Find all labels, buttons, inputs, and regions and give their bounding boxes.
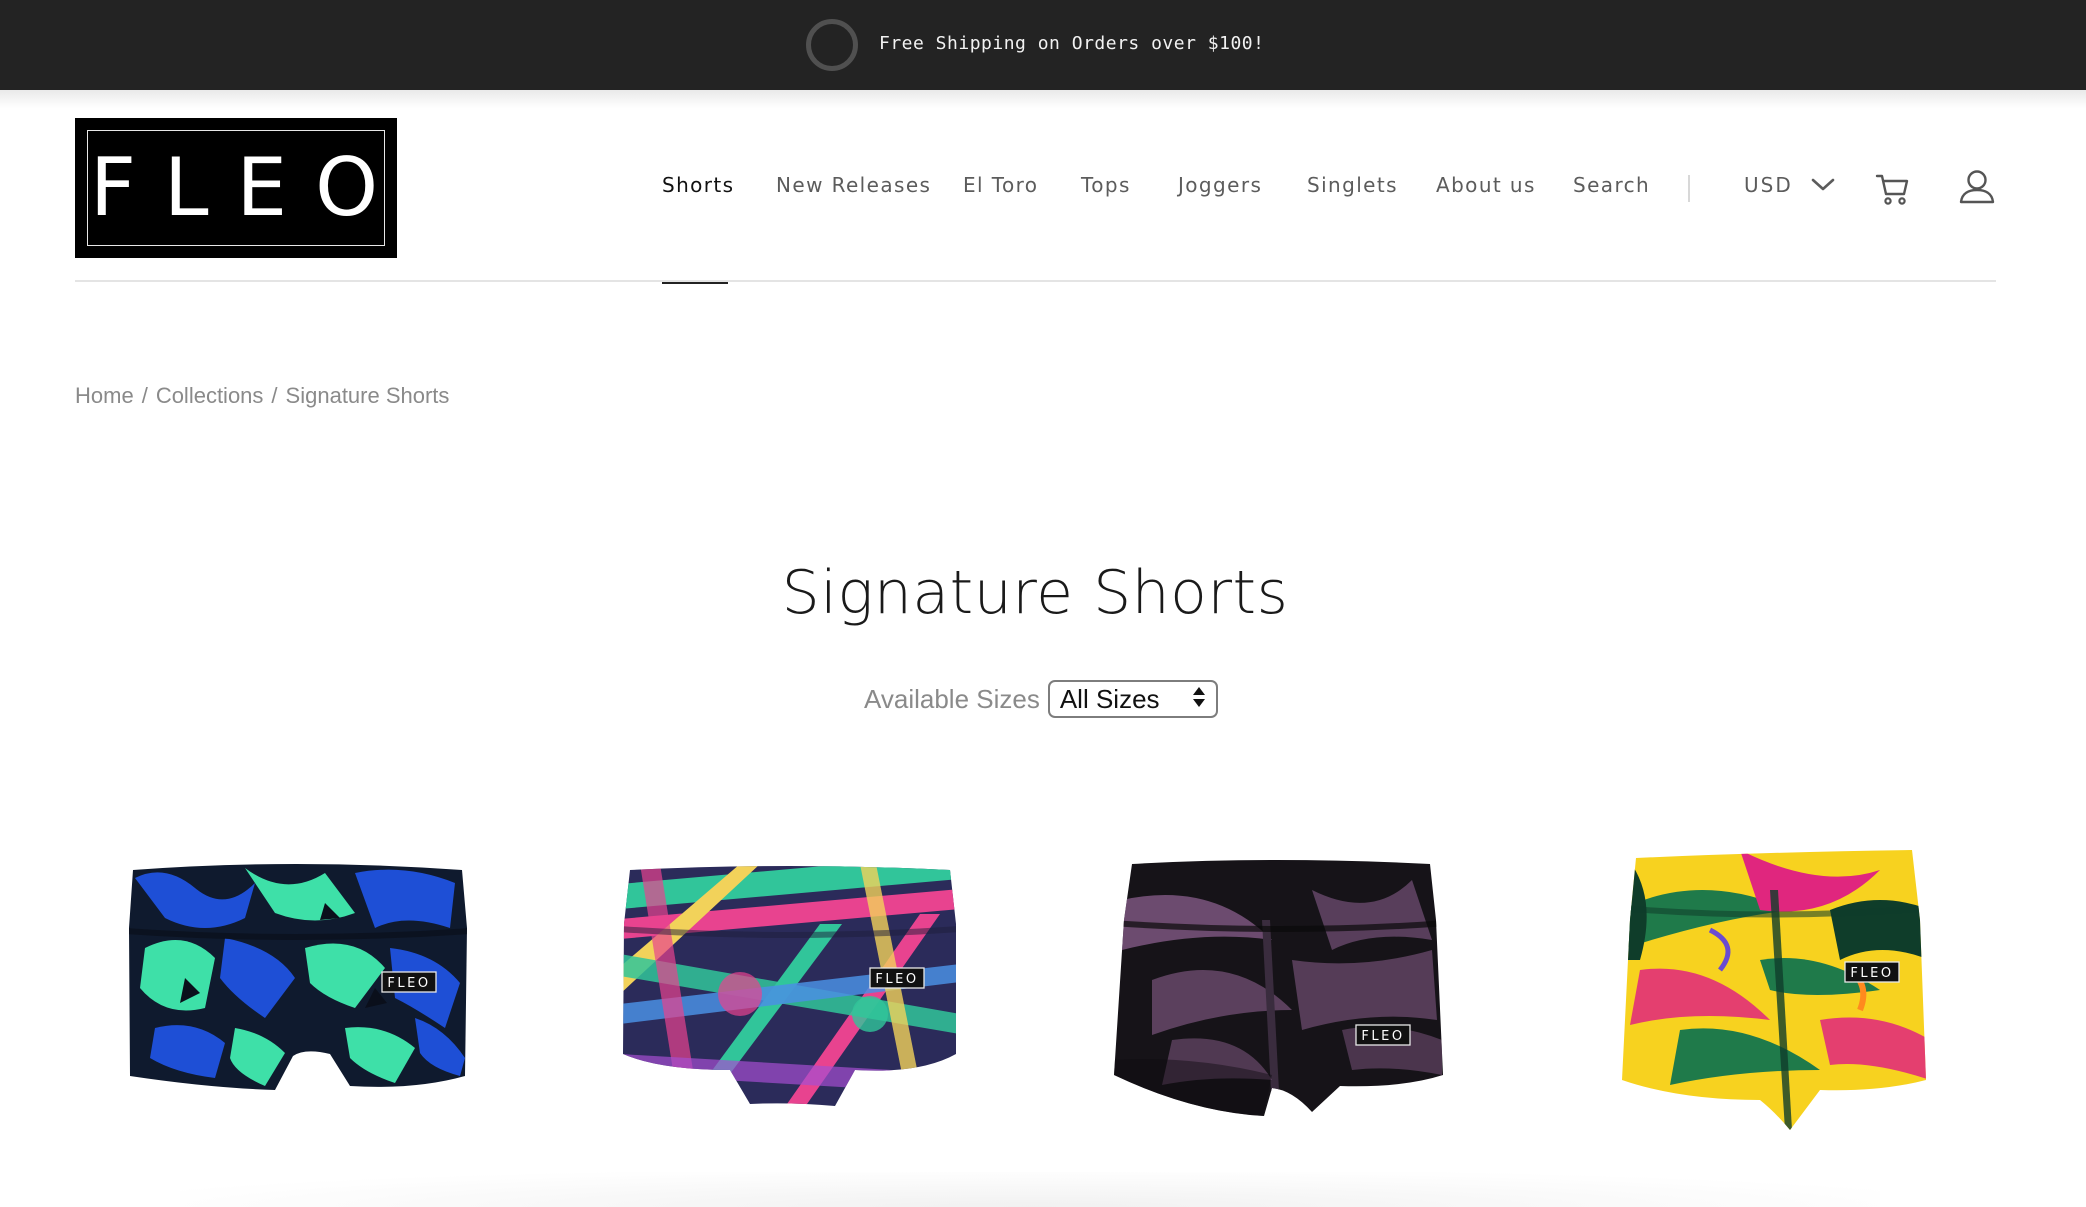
announcement-bar: Free Shipping on Orders over $100! <box>0 0 2086 90</box>
content-shadow <box>180 1172 1880 1207</box>
loading-spinner-icon <box>806 19 858 71</box>
nav-divider <box>1688 175 1690 202</box>
account-icon[interactable] <box>1958 168 1996 211</box>
currency-selector[interactable]: USD <box>1744 173 1835 197</box>
nav-item-tops[interactable]: Tops <box>1081 173 1131 197</box>
breadcrumb-separator: / <box>271 383 278 408</box>
page-title: Signature Shorts <box>781 558 1289 628</box>
product-card[interactable]: FLEO <box>1620 850 1930 1135</box>
size-filter: Available Sizes All Sizes <box>864 680 1218 718</box>
product-card[interactable]: FLEO <box>1112 860 1447 1125</box>
product-badge: FLEO <box>387 976 430 991</box>
size-filter-label: Available Sizes <box>864 683 1040 714</box>
cart-icon[interactable] <box>1875 170 1911 211</box>
product-card[interactable]: FLEO <box>125 858 470 1123</box>
breadcrumb-separator: / <box>141 383 148 408</box>
product-badge: FLEO <box>875 972 918 987</box>
select-arrows-icon <box>1192 684 1206 715</box>
breadcrumb-collections[interactable]: Collections <box>156 383 264 408</box>
product-image: FLEO <box>1114 860 1443 1116</box>
size-select[interactable]: All Sizes <box>1047 680 1218 718</box>
nav-item-new-releases[interactable]: New Releases <box>776 173 931 197</box>
product-image: FLEO <box>623 866 956 1106</box>
product-image: FLEO <box>129 864 467 1090</box>
size-select-value: All Sizes <box>1059 683 1160 714</box>
breadcrumb-home[interactable]: Home <box>75 383 134 408</box>
product-badge: FLEO <box>1361 1029 1404 1044</box>
nav-item-el-toro[interactable]: El Toro <box>963 173 1038 197</box>
breadcrumb-current: Signature Shorts <box>285 383 450 408</box>
product-card[interactable]: FLEO <box>620 864 960 1119</box>
brand-logo[interactable]: FLEO <box>75 118 397 258</box>
logo-text: FLEO <box>89 141 407 234</box>
header-divider <box>75 280 1996 282</box>
nav-item-singlets[interactable]: Singlets <box>1307 173 1398 197</box>
nav-item-search[interactable]: Search <box>1573 173 1650 197</box>
nav-item-shorts[interactable]: Shorts <box>662 173 735 197</box>
nav-item-about-us[interactable]: About us <box>1436 173 1536 197</box>
header-shadow <box>0 90 2086 108</box>
chevron-down-icon <box>1811 173 1835 197</box>
product-image: FLEO <box>1622 850 1926 1130</box>
announcement-text: Free Shipping on Orders over $100! <box>879 33 1265 54</box>
product-badge: FLEO <box>1850 966 1893 981</box>
logo-frame: FLEO <box>87 130 385 246</box>
currency-label: USD <box>1744 173 1793 197</box>
breadcrumb: Home / Collections / Signature Shorts <box>75 383 449 409</box>
nav-item-joggers[interactable]: Joggers <box>1178 173 1262 197</box>
